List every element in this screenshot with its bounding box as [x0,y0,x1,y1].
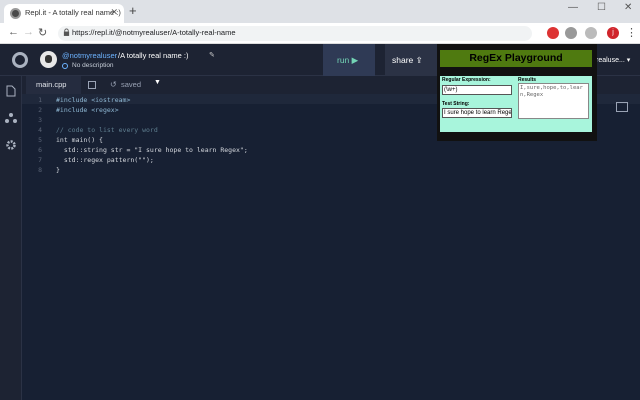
file-tab-main-cpp[interactable]: main.cpp [26,76,81,94]
share-users-icon[interactable] [5,112,17,124]
profile-avatar[interactable]: j [607,27,619,39]
maximize-icon[interactable]: ☐ [597,2,606,13]
address-bar[interactable]: https://repl.it/@notmyrealuser/A-totally… [58,26,532,41]
file-icon[interactable] [88,81,96,89]
code-line: #include <iostream> [56,96,131,104]
chevron-down-icon[interactable]: ▼ [154,79,161,86]
minimize-icon[interactable]: — [568,2,578,13]
files-icon[interactable] [5,85,17,97]
repl-owner-link[interactable]: @notmyrealuser [62,51,117,60]
share-label: share [392,55,414,65]
regex-input[interactable]: (\w+) [442,85,512,95]
run-button[interactable]: run ▶ [323,44,375,76]
popup-body: Regular Expression: (\w+) Test String: I… [440,76,592,132]
code-line: // code to list every word [56,126,158,134]
line-number: 8 [38,166,42,174]
repl-description[interactable]: No description [72,62,114,69]
share-button[interactable]: share ⇪ [385,44,437,76]
user-menu-label: realuse... [596,57,625,64]
user-avatar[interactable] [40,51,57,68]
repl-title[interactable]: /A totally real name :) [118,51,188,60]
history-icon: ↺ [110,80,117,89]
line-number: 7 [38,156,42,164]
line-number: 4 [38,126,42,134]
test-string-input[interactable]: I sure hope to learn Regex [442,108,512,118]
tab-close-icon[interactable]: ✕ [110,7,118,18]
left-sidebar [0,76,22,400]
code-line: #include <regex> [56,106,119,114]
replit-logo-icon[interactable] [12,52,28,68]
close-window-icon[interactable]: ✕ [624,2,632,13]
line-number: 3 [38,116,42,124]
run-label: run [337,55,350,65]
editor-layout-icon[interactable] [616,102,628,112]
description-icon [62,63,68,69]
line-number: 6 [38,146,42,154]
settings-gear-icon[interactable] [5,139,17,151]
regex-extension-icon[interactable] [585,27,597,39]
code-line: std::string str = "I sure hope to learn … [56,146,248,154]
regex-playground-popup: RegEx Playground Regular Expression: (\w… [437,44,597,141]
user-menu[interactable]: realuse... ▾ [596,56,630,64]
code-line: } [56,166,60,174]
popup-title: RegEx Playground [440,50,592,67]
forward-icon[interactable]: → [23,26,34,38]
extension-icon[interactable] [547,27,559,39]
reload-icon[interactable]: ↻ [38,26,47,39]
saved-status: saved [121,80,142,89]
line-number: 1 [38,96,42,104]
code-line: int main() { [56,136,103,144]
tab-title: Repl.it - A totally real name :) [25,8,121,17]
replit-favicon-icon [10,8,21,19]
line-number: 2 [38,106,42,114]
test-string-label: Test String: [442,101,470,107]
line-number: 5 [38,136,42,144]
menu-icon[interactable]: ⋮ [626,26,637,39]
extension-icon[interactable] [565,27,577,39]
regex-label: Regular Expression: [442,77,491,83]
file-tab-label: main.cpp [36,80,67,89]
lock-icon [63,28,70,36]
edit-pencil-icon[interactable]: ✎ [209,51,215,59]
new-tab-icon[interactable]: + [129,4,137,18]
browser-toolbar: ← → ↻ https://repl.it/@notmyrealuser/A-t… [0,23,640,44]
url-text: https://repl.it/@notmyrealuser/A-totally… [72,28,236,37]
results-textarea[interactable]: I,sure,hope,to,learn,Regex [518,83,589,119]
browser-tab[interactable]: Repl.it - A totally real name :) ✕ [4,4,124,23]
code-line: std::regex pattern(""); [56,156,154,164]
browser-tabstrip: Repl.it - A totally real name :) ✕ + — ☐… [0,0,640,23]
back-icon[interactable]: ← [8,26,19,38]
